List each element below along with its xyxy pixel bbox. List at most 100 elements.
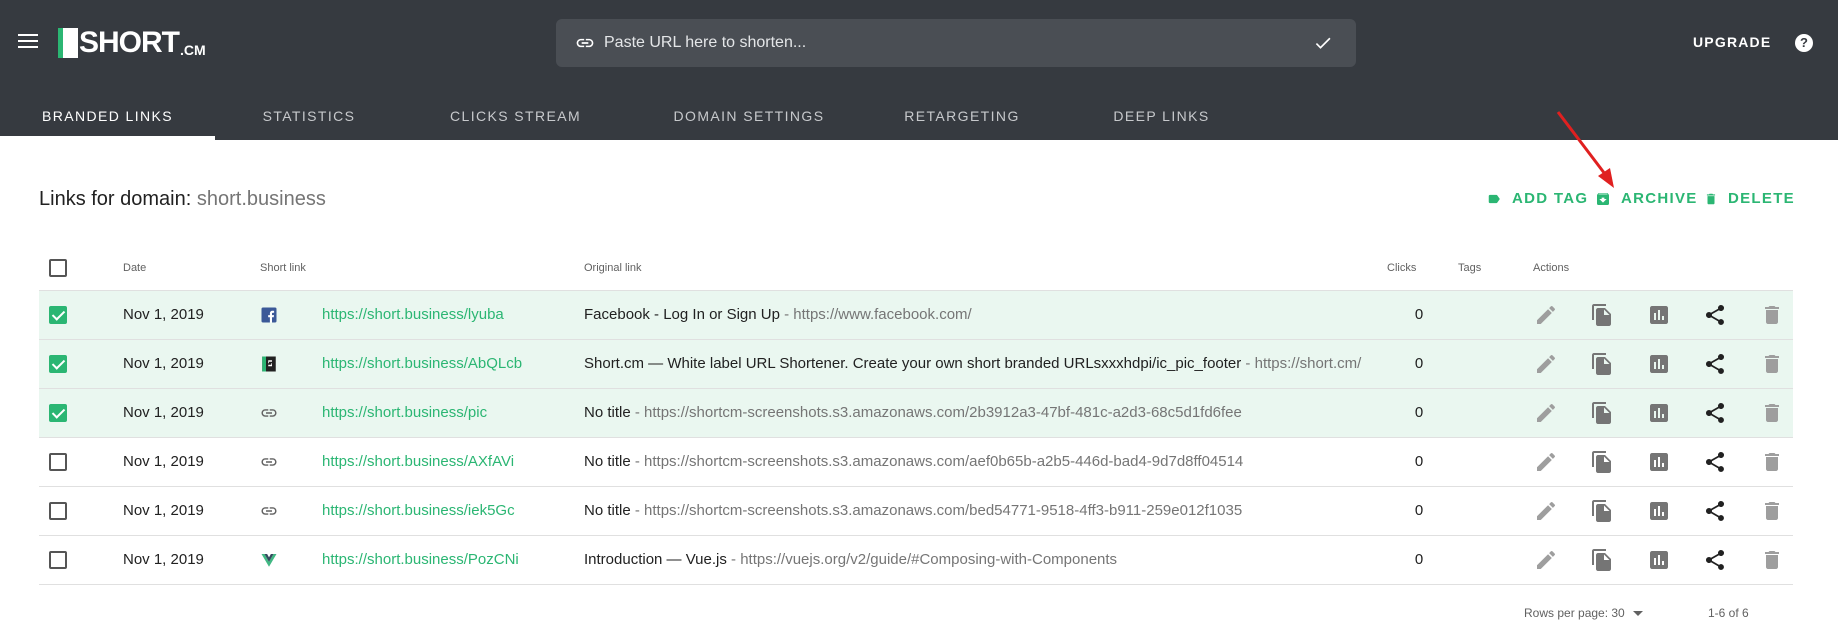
nav-tabs: BRANDED LINKS STATISTICS CLICKS STREAM D… — [0, 102, 1269, 140]
row-date: Nov 1, 2019 — [123, 551, 204, 568]
links-table: Date Short link Original link Clicks Tag… — [39, 246, 1793, 585]
short-link[interactable]: https://short.business/AbQLcb — [322, 355, 522, 372]
page-title-prefix: Links for domain: — [39, 188, 192, 210]
logo[interactable]: SHORT .CM — [58, 26, 206, 58]
original-link[interactable]: Facebook - Log In or Sign Up - https://w… — [584, 306, 972, 323]
tag-icon — [1488, 194, 1500, 203]
chevron-down-icon[interactable] — [1632, 611, 1643, 617]
logo-suffix: .CM — [180, 42, 206, 58]
original-link-title: Facebook - Log In or Sign Up — [584, 306, 780, 323]
stats-icon[interactable] — [1647, 352, 1671, 376]
row-clicks: 0 — [1414, 306, 1424, 323]
original-link[interactable]: No title - https://shortcm-screenshots.s… — [584, 404, 1242, 421]
url-input[interactable] — [604, 19, 1284, 67]
copy-icon[interactable] — [1590, 450, 1614, 474]
column-clicks[interactable]: Clicks — [1387, 262, 1416, 274]
original-link-url: - https://vuejs.org/v2/guide/#Composing-… — [726, 551, 1118, 568]
rows-per-page[interactable]: Rows per page: 30 — [1524, 606, 1643, 620]
copy-icon[interactable] — [1590, 303, 1614, 327]
original-link[interactable]: Short.cm — White label URL Shortener. Cr… — [584, 355, 1361, 372]
share-icon[interactable] — [1703, 303, 1727, 327]
row-checkbox[interactable] — [49, 502, 67, 520]
vue-icon — [261, 554, 277, 567]
select-all-checkbox[interactable] — [49, 259, 67, 277]
column-short-link[interactable]: Short link — [260, 262, 306, 274]
facebook-icon — [261, 307, 277, 323]
column-original-link[interactable]: Original link — [584, 262, 641, 274]
link-icon — [261, 409, 277, 417]
edit-icon[interactable] — [1534, 401, 1558, 425]
copy-icon[interactable] — [1590, 401, 1614, 425]
page-title: Links for domain: short.business — [39, 188, 326, 211]
edit-icon[interactable] — [1534, 352, 1558, 376]
delete-icon[interactable] — [1760, 401, 1784, 425]
delete-icon[interactable] — [1760, 548, 1784, 572]
delete-icon[interactable] — [1760, 303, 1784, 327]
table-row[interactable]: Nov 1, 2019 https://short.business/pic No … — [39, 389, 1793, 438]
table-row[interactable]: Nov 1, 2019 https://short.business/AXfAVi… — [39, 438, 1793, 487]
copy-icon[interactable] — [1590, 499, 1614, 523]
delete-icon[interactable] — [1760, 499, 1784, 523]
upgrade-button[interactable]: UPGRADE — [1693, 34, 1771, 50]
original-link-title: No title — [584, 453, 631, 470]
original-link-title: Introduction — Vue.js — [584, 551, 727, 568]
rows-per-page-label: Rows per page: 30 — [1524, 606, 1625, 620]
share-icon[interactable] — [1703, 352, 1727, 376]
stats-icon[interactable] — [1647, 499, 1671, 523]
tab-domain-settings[interactable]: DOMAIN SETTINGS — [628, 102, 870, 140]
row-clicks: 0 — [1414, 502, 1424, 519]
original-link[interactable]: No title - https://shortcm-screenshots.s… — [584, 502, 1242, 519]
delete-icon[interactable] — [1760, 450, 1784, 474]
short-link[interactable]: https://short.business/PozCNi — [322, 551, 519, 568]
edit-icon[interactable] — [1534, 303, 1558, 327]
delete-icon[interactable] — [1760, 352, 1784, 376]
edit-icon[interactable] — [1534, 499, 1558, 523]
copy-icon[interactable] — [1590, 548, 1614, 572]
check-icon[interactable] — [1312, 33, 1334, 53]
row-checkbox[interactable] — [49, 355, 67, 373]
original-link-url: - https://shortcm-screenshots.s3.amazona… — [630, 502, 1243, 519]
original-link-url: - https://www.facebook.com/ — [779, 306, 972, 323]
edit-icon[interactable] — [1534, 450, 1558, 474]
delete-button[interactable]: DELETE — [1704, 190, 1795, 207]
column-date[interactable]: Date — [123, 262, 146, 274]
row-date: Nov 1, 2019 — [123, 404, 204, 421]
stats-icon[interactable] — [1647, 450, 1671, 474]
tab-deep-links[interactable]: DEEP LINKS — [1054, 102, 1269, 140]
short-link[interactable]: https://short.business/AXfAVi — [322, 453, 514, 470]
url-shorten-box — [556, 19, 1356, 67]
share-icon[interactable] — [1703, 450, 1727, 474]
help-icon[interactable]: ? — [1795, 34, 1813, 52]
table-row[interactable]: Nov 1, 2019 https://short.business/AbQLcb… — [39, 340, 1793, 389]
logo-mark — [58, 28, 78, 58]
stats-icon[interactable] — [1647, 548, 1671, 572]
table-row[interactable]: Nov 1, 2019 https://short.business/PozCNi… — [39, 536, 1793, 585]
share-icon[interactable] — [1703, 548, 1727, 572]
table-row[interactable]: Nov 1, 2019 https://short.business/lyuba F… — [39, 291, 1793, 340]
original-link[interactable]: Introduction — Vue.js - https://vuejs.or… — [584, 551, 1117, 568]
share-icon[interactable] — [1703, 499, 1727, 523]
short-link[interactable]: https://short.business/lyuba — [322, 306, 504, 323]
tab-statistics[interactable]: STATISTICS — [215, 102, 403, 140]
archive-label: ARCHIVE — [1621, 190, 1698, 207]
short-link[interactable]: https://short.business/pic — [322, 404, 487, 421]
annotation-arrow — [1556, 111, 1614, 188]
menu-icon[interactable] — [18, 34, 38, 50]
stats-icon[interactable] — [1647, 303, 1671, 327]
table-row[interactable]: Nov 1, 2019 https://short.business/iek5Gc… — [39, 487, 1793, 536]
edit-icon[interactable] — [1534, 548, 1558, 572]
tab-clicks-stream[interactable]: CLICKS STREAM — [403, 102, 628, 140]
row-checkbox[interactable] — [49, 404, 67, 422]
row-checkbox[interactable] — [49, 453, 67, 471]
copy-icon[interactable] — [1590, 352, 1614, 376]
row-checkbox[interactable] — [49, 306, 67, 324]
domain-name: short.business — [196, 188, 326, 210]
share-icon[interactable] — [1703, 401, 1727, 425]
tab-retargeting[interactable]: RETARGETING — [870, 102, 1054, 140]
row-checkbox[interactable] — [49, 551, 67, 569]
short-link[interactable]: https://short.business/iek5Gc — [322, 502, 515, 519]
original-link-title: No title — [584, 502, 631, 519]
original-link[interactable]: No title - https://shortcm-screenshots.s… — [584, 453, 1243, 470]
tab-branded-links[interactable]: BRANDED LINKS — [0, 102, 215, 140]
stats-icon[interactable] — [1647, 401, 1671, 425]
